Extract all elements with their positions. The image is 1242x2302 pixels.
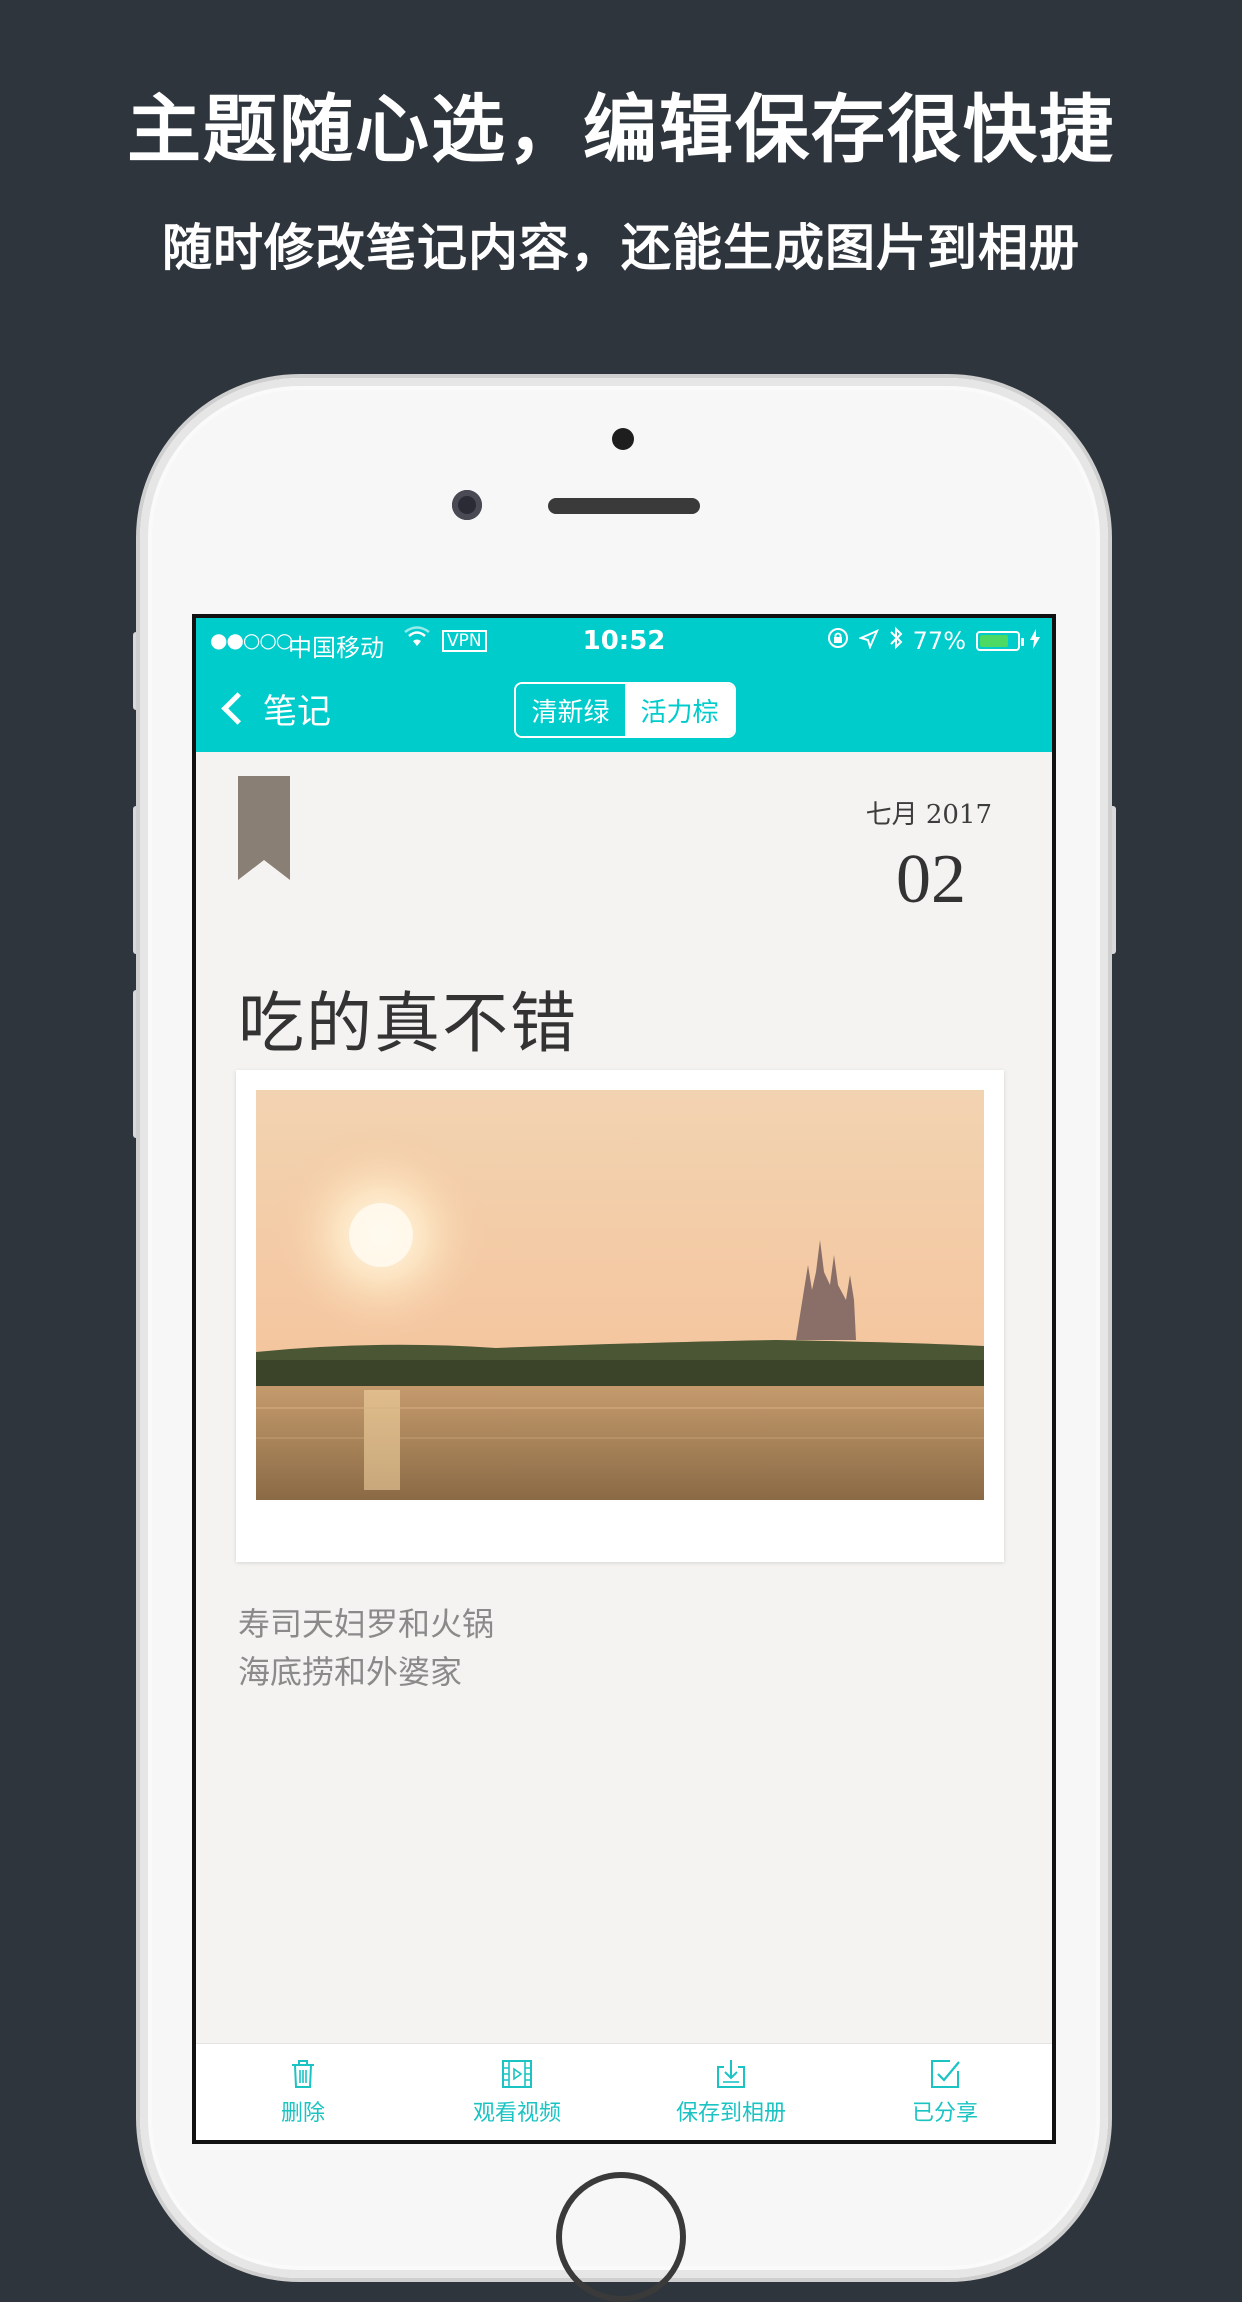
note-day: 02 [896, 841, 966, 918]
chevron-left-icon [221, 692, 254, 725]
nav-bar: 笔记 清新绿 活力棕 [196, 664, 1052, 752]
promo-headline: 主题随心选，编辑保存很快捷 [127, 87, 1115, 173]
orientation-lock-icon [827, 627, 849, 655]
delete-button[interactable]: 删除 [196, 2044, 410, 2140]
home-button [556, 2172, 686, 2302]
watch-video-label: 观看视频 [472, 2101, 561, 2126]
note-title[interactable]: 吃的真不错 [238, 970, 578, 1066]
note-body-line: 寿司天妇罗和火锅 [238, 1605, 495, 1643]
bookmark-icon [238, 776, 290, 880]
back-button[interactable]: 笔记 [218, 684, 331, 733]
note-body[interactable]: 寿司天妇罗和火锅 海底捞和外婆家 [238, 1600, 494, 1696]
location-arrow-icon [857, 627, 879, 655]
power-button [1108, 806, 1116, 954]
charging-bolt-icon [1030, 627, 1040, 655]
theme-option-fresh-green[interactable]: 清新绿 [516, 684, 625, 736]
bottom-toolbar: 删除 观看视频 保存到相册 已分享 [196, 2043, 1052, 2140]
battery-icon [976, 631, 1024, 651]
shared-button[interactable]: 已分享 [838, 2044, 1052, 2140]
theme-segmented-control: 清新绿 活力棕 [514, 682, 736, 738]
battery-level [980, 635, 1008, 647]
photo-card[interactable] [236, 1070, 1004, 1562]
promo-subline: 随时修改笔记内容，还能生成图片到相册 [162, 219, 1080, 277]
note-body-line: 海底捞和外婆家 [238, 1653, 463, 1691]
shared-label: 已分享 [911, 2101, 978, 2126]
film-icon [502, 2060, 532, 2088]
delete-label: 删除 [280, 2101, 325, 2126]
theme-option-vital-brown[interactable]: 活力棕 [625, 684, 734, 736]
battery-percent: 77% [912, 627, 966, 655]
front-camera-icon [612, 428, 634, 450]
phone-screen: ●●○○○ 中国移动 VPN 10:52 77% 笔记 清新绿 活力棕 七月 2… [192, 614, 1056, 2144]
note-month-year: 七月 2017 [865, 800, 992, 830]
check-share-icon [931, 2060, 960, 2088]
bluetooth-icon [889, 626, 903, 656]
sunset-castle-lake-photo [256, 1090, 984, 1500]
trash-icon [292, 2060, 314, 2088]
download-icon [717, 2060, 745, 2088]
save-to-album-button[interactable]: 保存到相册 [624, 2044, 838, 2140]
status-bar: ●●○○○ 中国移动 VPN 10:52 77% [196, 618, 1052, 664]
watch-video-button[interactable]: 观看视频 [410, 2044, 624, 2140]
back-label: 笔记 [263, 692, 331, 732]
save-to-album-label: 保存到相册 [675, 2101, 786, 2126]
earpiece-speaker [548, 498, 700, 514]
proximity-sensor [452, 490, 482, 520]
